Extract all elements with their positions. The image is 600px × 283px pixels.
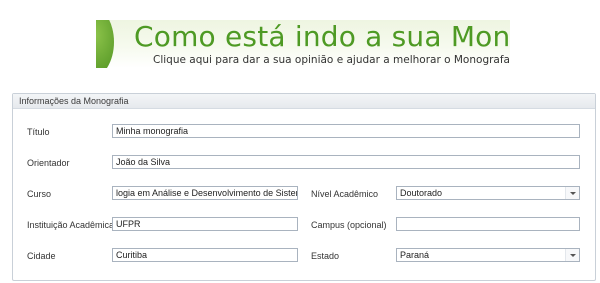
titulo-field[interactable]: Minha monografia	[112, 124, 580, 138]
leaf-swoosh-icon	[96, 20, 114, 68]
estado-value: Paraná	[400, 250, 430, 260]
estado-select[interactable]: Paraná	[396, 248, 580, 262]
cidade-label: Cidade	[27, 251, 56, 261]
orientador-label: Orientador	[27, 158, 70, 168]
banner-title: Como está indo a sua Monogr	[134, 20, 510, 53]
monografia-form-window: Como está indo a sua Monogr Clique aqui …	[0, 0, 600, 283]
orientador-field[interactable]: João da Silva	[112, 155, 580, 169]
titulo-label: Título	[27, 127, 50, 137]
nivel-academico-value: Doutorado	[400, 188, 443, 198]
chevron-down-icon[interactable]	[565, 187, 579, 199]
curso-label: Curso	[27, 189, 52, 199]
campus-label: Campus (opcional)	[311, 220, 387, 230]
estado-label: Estado	[311, 251, 340, 261]
feedback-banner[interactable]: Como está indo a sua Monogr Clique aqui …	[96, 20, 510, 68]
cidade-field[interactable]: Curitiba	[112, 248, 298, 262]
nivel-academico-select[interactable]: Doutorado	[396, 186, 580, 200]
group-title: Informações da Monografia	[13, 94, 595, 109]
campus-field[interactable]	[396, 217, 580, 231]
instituicao-label: Instituição Acadêmica	[27, 220, 115, 230]
curso-field[interactable]: logia em Análise e Desenvolvimento de Si…	[112, 186, 298, 200]
monografia-info-group: Informações da Monografia Título Minha m…	[12, 93, 596, 281]
nivel-academico-label: Nível Acadêmico	[311, 189, 379, 199]
chevron-down-icon[interactable]	[565, 249, 579, 261]
instituicao-field[interactable]: UFPR	[112, 217, 298, 231]
banner-subtitle-link[interactable]: Clique aqui para dar a sua opinião e aju…	[153, 54, 510, 67]
